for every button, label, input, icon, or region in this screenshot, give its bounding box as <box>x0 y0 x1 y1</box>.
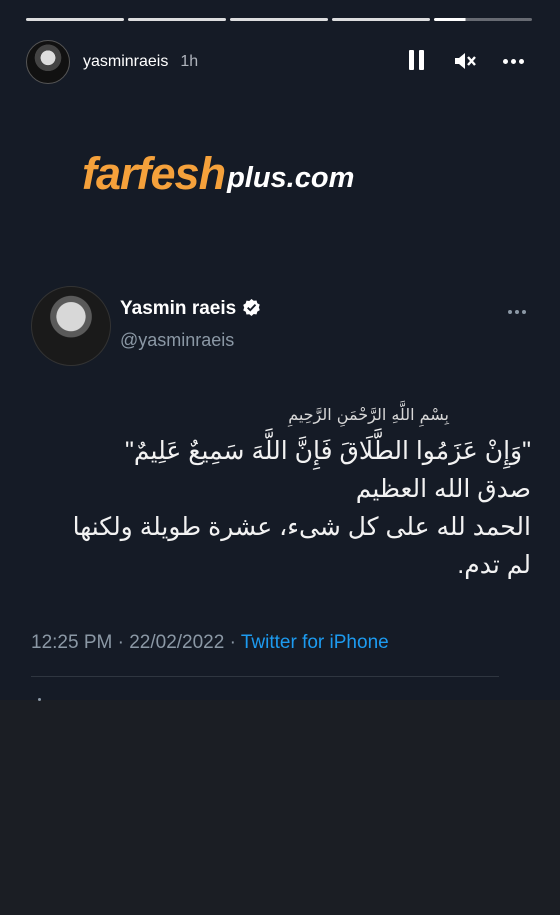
story-controls <box>409 50 524 72</box>
divider <box>31 676 499 677</box>
logo-main-text: farfesh <box>82 148 226 199</box>
tweet-timestamp: 12:25 PM · 22/02/2022 · <box>31 632 241 653</box>
mute-icon[interactable] <box>453 50 477 72</box>
tweet-card: Yasmin raeis @yasminraeis بِسْمِ اللَّهِ… <box>31 280 531 701</box>
tweet-line: صدق الله العظيم <box>355 475 531 503</box>
story-viewer[interactable]: yasminraeis 1h farfesh plus.com Yasmin r… <box>0 0 560 915</box>
tweet-dot <box>38 698 41 701</box>
avatar[interactable] <box>26 40 70 84</box>
more-options-icon[interactable] <box>503 58 524 64</box>
story-header: yasminraeis 1h <box>26 40 532 84</box>
pause-icon[interactable] <box>409 50 427 72</box>
tweet-author-name: Yasmin raeis <box>120 298 261 320</box>
tweet-meta: 12:25 PM · 22/02/2022 · Twitter for iPho… <box>31 632 389 654</box>
verified-icon <box>243 298 260 317</box>
watermark-logo: farfesh plus.com <box>82 140 482 196</box>
tweet-handle: @yasminraeis <box>120 330 235 350</box>
progress-segment <box>26 18 124 21</box>
logo-sub-text: plus.com <box>227 162 355 195</box>
tweet-author-name-text: Yasmin raeis <box>120 298 237 319</box>
tweet-avatar <box>31 286 111 366</box>
tweet-line: الحمد لله على كل شىء، عشرة طويلة ولكنها <box>72 513 531 541</box>
story-time: 1h <box>180 53 199 70</box>
basmala-calligraphy: بِسْمِ اللَّهِ الرَّحْمَنِ الرَّحِيمِ <box>287 399 450 427</box>
tweet-more-icon <box>508 310 526 314</box>
progress-segment <box>332 18 430 21</box>
basmala-text: بِسْمِ اللَّهِ الرَّحْمَنِ الرَّحِيمِ <box>287 399 450 427</box>
tweet-line: لم تدم. <box>457 551 531 579</box>
tweet-line: "وَإِنْ عَزَمُوا الطَّلَاقَ فَإِنَّ اللَ… <box>125 437 531 465</box>
tweet-text: "وَإِنْ عَزَمُوا الطَّلَاقَ فَإِنَّ اللَ… <box>31 432 531 584</box>
story-progress-bar <box>26 18 532 21</box>
story-username[interactable]: yasminraeis <box>83 53 168 71</box>
progress-segment <box>230 18 328 21</box>
progress-segment <box>128 18 226 21</box>
tweet-source: Twitter for iPhone <box>240 632 389 653</box>
progress-segment-current <box>434 18 532 21</box>
